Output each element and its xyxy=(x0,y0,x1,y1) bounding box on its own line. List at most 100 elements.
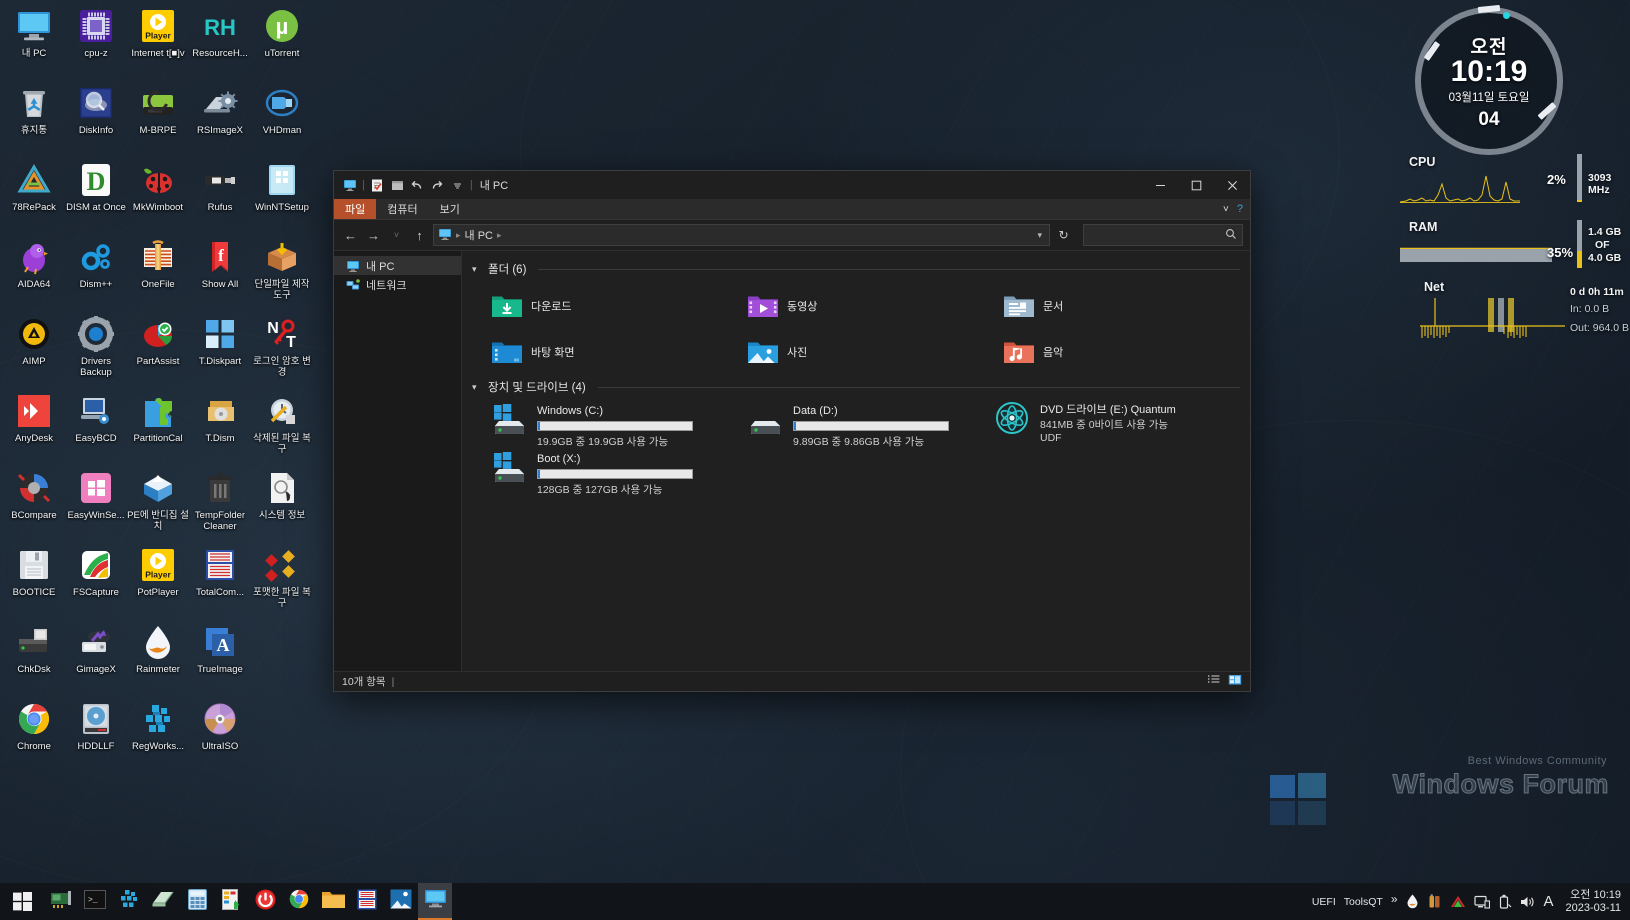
tray-clock[interactable]: 오전 10:19 2023-03-11 xyxy=(1566,889,1621,915)
group-header-folders[interactable]: ▾ 폴더 (6) xyxy=(472,261,1240,277)
windows-start-icon[interactable] xyxy=(0,883,44,920)
desktop-icon-78repack[interactable]: 78RePack xyxy=(3,158,65,235)
desktop-icon-easybcd[interactable]: EasyBCD xyxy=(65,389,127,466)
breadcrumb-item-my-pc[interactable]: 내 PC xyxy=(465,227,493,243)
desktop-icon-tempfolder-cleaner[interactable]: TempFolder Cleaner xyxy=(189,466,251,543)
desktop-icon-fscapture[interactable]: FSCapture xyxy=(65,543,127,620)
back-button[interactable]: ← xyxy=(341,224,360,246)
desktop-icon-chkdsk[interactable]: ChkDsk xyxy=(3,620,65,697)
desktop-icon-포맷한-파일-복구[interactable]: 포맷한 파일 복구 xyxy=(251,543,313,620)
navigation-bar[interactable]: ← → ˅ ↑ ▸ 내 PC ▸ ▾ ↻ xyxy=(334,220,1250,250)
desktop-icon-internet-t-v[interactable]: Player Internet t[■]v xyxy=(127,4,189,81)
window-controls[interactable] xyxy=(1142,171,1250,199)
ribbon-collapse-chevron-icon[interactable]: ˅ xyxy=(1223,204,1229,215)
tray-overflow-chevron-icon[interactable]: » xyxy=(1391,892,1398,906)
maximize-button[interactable] xyxy=(1178,171,1214,199)
search-icon[interactable] xyxy=(1225,228,1237,243)
desktop-icon-ultraiso[interactable]: UltraISO xyxy=(189,697,251,774)
desktop-icon-trueimage[interactable]: A TrueImage xyxy=(189,620,251,697)
taskbar[interactable]: >_ UEFI ToolsQT » A 오전 10:19 2023-03-11 xyxy=(0,883,1630,920)
tray-toolsqt-label[interactable]: ToolsQT xyxy=(1344,896,1383,908)
desktop-icon-bcompare[interactable]: BCompare xyxy=(3,466,65,543)
taskbar-items[interactable]: >_ xyxy=(44,883,452,920)
safely-remove-icon[interactable] xyxy=(1498,894,1512,909)
desktop-icon-dism-at-once[interactable]: D DISM at Once xyxy=(65,158,127,235)
desktop-icon-내-pc[interactable]: 내 PC xyxy=(3,4,65,81)
desktop-icon-winntsetup[interactable]: WinNTSetup xyxy=(251,158,313,235)
navigation-pane[interactable]: 내 PC 네트워크 xyxy=(334,251,462,671)
rainmeter-drop-icon[interactable] xyxy=(1406,894,1419,909)
taskbar-item-explorer-pin[interactable] xyxy=(316,883,350,920)
new-folder-icon[interactable] xyxy=(390,178,405,193)
address-bar[interactable]: ▸ 내 PC ▸ ▾ xyxy=(433,224,1050,246)
desktop-icon-로그인-암호-변경[interactable]: N T 로그인 암호 변경 xyxy=(251,312,313,389)
undo-icon[interactable] xyxy=(410,178,425,193)
desktop-icon-aimp[interactable]: AIMP xyxy=(3,312,65,389)
recent-locations-button[interactable]: ˅ xyxy=(387,224,406,246)
help-icon[interactable]: ? xyxy=(1237,203,1243,215)
system-tray[interactable]: UEFI ToolsQT » A 오전 10:19 2023-03-11 xyxy=(1312,889,1630,915)
taskbar-item-totalcommander[interactable] xyxy=(350,883,384,920)
desktop-icon-rufus[interactable]: Rufus xyxy=(189,158,251,235)
file-explorer-window[interactable]: | | 내 PC 파일 컴퓨터 보기 ˅ ? ← → ˅ ↑ ▸ 내 PC ▸ … xyxy=(333,170,1251,692)
taskbar-item-photos[interactable] xyxy=(384,883,418,920)
desktop-icon-휴지통[interactable]: 휴지통 xyxy=(3,81,65,158)
desktop-icon-mkwimboot[interactable]: MkWimboot xyxy=(127,158,189,235)
desktop-icon-cpu-z[interactable]: cpu-z xyxy=(65,4,127,81)
ime-indicator[interactable]: A xyxy=(1544,893,1554,910)
folder-tile[interactable]: 사진 xyxy=(728,329,984,375)
content-pane[interactable]: ▾ 폴더 (6) 다운로드 동영상 문서 바탕 화면 사진 음악 ▾ 장치 및 드라이브 … xyxy=(462,251,1250,671)
desktop-icon-show-all[interactable]: f Show All xyxy=(189,235,251,312)
up-button[interactable]: ↑ xyxy=(410,224,429,246)
folder-tile[interactable]: 바탕 화면 xyxy=(472,329,728,375)
desktop-icon-partitioncal[interactable]: PartitionCal xyxy=(127,389,189,466)
ribbon-tabstrip[interactable]: 파일 컴퓨터 보기 ˅ ? xyxy=(334,199,1250,220)
quick-access-toolbar[interactable]: | | xyxy=(342,178,473,193)
optical-drive-tile[interactable]: DVD 드라이브 (E:) Quantum 841MB 중 0바이트 사용 가능… xyxy=(984,401,1240,447)
display-icon[interactable] xyxy=(1473,895,1490,909)
desktop-icon-삭제된-파일-복구[interactable]: 삭제된 파일 복구 xyxy=(251,389,313,466)
desktop-icon-utorrent[interactable]: µ uTorrent xyxy=(251,4,313,81)
desktop-icon-aida64[interactable]: AIDA64 xyxy=(3,235,65,312)
volume-meter-icon[interactable] xyxy=(1450,895,1466,908)
group-header-drives[interactable]: ▾ 장치 및 드라이브 (4) xyxy=(472,379,1240,395)
tab-file[interactable]: 파일 xyxy=(334,199,377,219)
sidebar-item-my-pc[interactable]: 내 PC xyxy=(334,256,461,275)
large-icons-view-icon[interactable] xyxy=(1228,674,1242,689)
tab-view[interactable]: 보기 xyxy=(429,199,471,219)
taskbar-item-greenshot[interactable] xyxy=(146,883,180,920)
sidebar-item-network[interactable]: 네트워크 xyxy=(334,275,461,294)
desktop-icon-bootice[interactable]: BOOTICE xyxy=(3,543,65,620)
desktop-icon-pe에-반디집-설치[interactable]: PE에 반디집 설치 xyxy=(127,466,189,543)
desktop-icon-m-brpe[interactable]: M-BRPE xyxy=(127,81,189,158)
taskbar-item-network-card[interactable] xyxy=(44,883,78,920)
close-button[interactable] xyxy=(1214,171,1250,199)
desktop-icon-diskinfo[interactable]: DiskInfo xyxy=(65,81,127,158)
desktop-icon-gimagex[interactable]: GimageX xyxy=(65,620,127,697)
minimize-button[interactable] xyxy=(1142,171,1178,199)
desktop-icon-dism-[interactable]: Dism++ xyxy=(65,235,127,312)
taskbar-item-calculator[interactable] xyxy=(180,883,214,920)
desktop-icon-easywinse-[interactable]: EasyWinSe... xyxy=(65,466,127,543)
desktop-icon-anydesk[interactable]: AnyDesk xyxy=(3,389,65,466)
desktop-icon-t-dism[interactable]: T.Dism xyxy=(189,389,251,466)
folder-tile[interactable]: 문서 xyxy=(984,283,1240,329)
desktop-icon-t-diskpart[interactable]: T.Diskpart xyxy=(189,312,251,389)
taskbar-item-power[interactable] xyxy=(248,883,282,920)
desktop-icon-hddllf[interactable]: HDDLLF xyxy=(65,697,127,774)
tray-uefi-label[interactable]: UEFI xyxy=(1312,896,1336,908)
drive-tile[interactable]: Windows (C:) 19.9GB 중 19.9GB 사용 가능 xyxy=(472,401,728,448)
taskbar-item-console[interactable]: >_ xyxy=(78,883,112,920)
drive-tile[interactable]: Boot (X:) 128GB 중 127GB 사용 가능 xyxy=(472,449,728,496)
desktop-icon-onefile[interactable]: OneFile xyxy=(127,235,189,312)
desktop-icon-totalcom-[interactable]: TotalCom... xyxy=(189,543,251,620)
desktop-icon-partassist[interactable]: PartAssist xyxy=(127,312,189,389)
chevron-down-icon[interactable]: ▾ xyxy=(472,264,482,275)
breadcrumb-chevron-icon-2[interactable]: ▸ xyxy=(497,230,502,241)
customize-qat-chevron-icon[interactable] xyxy=(450,178,465,193)
desktop-icon-시스템-정보[interactable]: 시스템 정보 xyxy=(251,466,313,543)
desktop-icon-chrome[interactable]: Chrome xyxy=(3,697,65,774)
folder-tile[interactable]: 다운로드 xyxy=(472,283,728,329)
desktop-icon-drivers-backup[interactable]: Drivers Backup xyxy=(65,312,127,389)
search-input[interactable] xyxy=(1083,224,1243,246)
